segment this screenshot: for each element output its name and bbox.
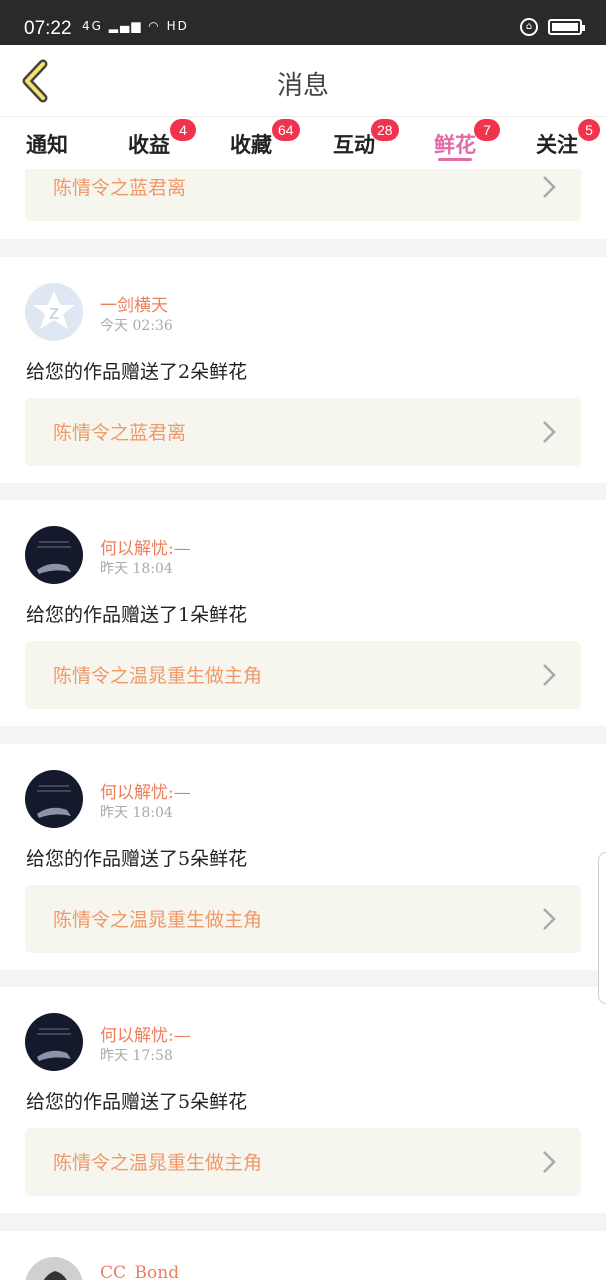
- work-link[interactable]: 陈情令之温晁重生做主角: [25, 1128, 581, 1196]
- username[interactable]: 一剑横天: [100, 291, 168, 316]
- tab-favorites[interactable]: 收藏 64: [230, 119, 300, 159]
- message-text: 给您的作品赠送了1朵鲜花: [26, 604, 248, 626]
- dark-avatar-icon: [37, 1028, 71, 1061]
- work-link[interactable]: 陈情令之蓝君离: [25, 398, 581, 466]
- tab-bar: 通知 收益 4 收藏 64 互动 28 鲜花 7 关注 5: [0, 117, 606, 169]
- work-link[interactable]: 陈情令之温晁重生做主角: [25, 885, 581, 953]
- avatar[interactable]: [25, 1013, 83, 1071]
- timestamp: 今天 02:36: [100, 318, 173, 334]
- tab-flowers[interactable]: 鲜花 7: [434, 119, 500, 159]
- chevron-right-icon: [543, 1151, 556, 1173]
- battery-icon: [548, 19, 585, 35]
- avatar[interactable]: [25, 526, 83, 584]
- list-item[interactable]: 何以解忧:— 昨天 18:04 给您的作品赠送了1朵鲜花 陈情令之温晁重生做主角: [0, 500, 606, 726]
- avatar[interactable]: [25, 770, 83, 828]
- hd-label: HD: [166, 19, 189, 33]
- grey-avatar-icon: [43, 1271, 67, 1280]
- username[interactable]: CC_Bond: [100, 1263, 179, 1280]
- tab-label: 收藏: [230, 132, 272, 157]
- chevron-right-icon: [543, 908, 556, 930]
- badge-count: 5: [578, 119, 600, 141]
- dark-avatar-icon: [37, 785, 71, 818]
- tab-label: 互动: [333, 132, 375, 157]
- tab-earnings[interactable]: 收益 4: [128, 119, 196, 159]
- list-item: 陈情令之蓝君离: [0, 169, 606, 239]
- tab-notifications[interactable]: 通知: [26, 129, 68, 159]
- badge-count: 28: [371, 119, 399, 141]
- tab-label: 鲜花: [434, 132, 476, 157]
- network-label: 4G: [82, 19, 103, 33]
- badge-count: 4: [170, 119, 196, 141]
- message-text: 给您的作品赠送了5朵鲜花: [26, 1091, 248, 1113]
- badge-count: 64: [272, 119, 300, 141]
- tab-interactions[interactable]: 互动 28: [333, 119, 399, 159]
- tab-label: 通知: [26, 132, 68, 157]
- chevron-right-icon: [543, 421, 556, 443]
- message-text: 给您的作品赠送了2朵鲜花: [26, 361, 248, 383]
- timestamp: 昨天 17:58: [100, 1048, 173, 1064]
- message-text: 给您的作品赠送了5朵鲜花: [26, 848, 248, 870]
- timestamp: 昨天 18:04: [100, 805, 173, 821]
- list-item[interactable]: CC_Bond: [0, 1231, 606, 1280]
- work-title: 陈情令之温晁重生做主角: [53, 1152, 263, 1174]
- status-bar: 07:22 4G ▂▄▆ ◠ HD ⌂: [0, 0, 606, 45]
- signal-icon: ▂▄▆: [108, 19, 143, 33]
- list-item[interactable]: 何以解忧:— 昨天 17:58 给您的作品赠送了5朵鲜花 陈情令之温晁重生做主角: [0, 987, 606, 1213]
- username[interactable]: 何以解忧:—: [100, 1021, 191, 1046]
- status-right: ⌂: [520, 18, 585, 36]
- rotation-lock-icon: ⌂: [520, 18, 538, 36]
- signal-wifi-icons: 4G ▂▄▆ ◠ HD: [82, 19, 189, 33]
- timestamp: 昨天 18:04: [100, 561, 173, 577]
- list-item[interactable]: Z 一剑横天 今天 02:36 给您的作品赠送了2朵鲜花 陈情令之蓝君离: [0, 257, 606, 483]
- work-title: 陈情令之温晁重生做主角: [53, 665, 263, 687]
- active-tab-indicator: [438, 158, 472, 161]
- dark-avatar-icon: [37, 541, 71, 574]
- badge-count: 7: [474, 119, 500, 141]
- scroll-handle[interactable]: [598, 852, 606, 1004]
- username[interactable]: 何以解忧:—: [100, 534, 191, 559]
- work-title: 陈情令之蓝君离: [53, 422, 187, 444]
- title-bar: 消息: [0, 45, 606, 117]
- page-title: 消息: [276, 71, 329, 101]
- message-feed[interactable]: 陈情令之蓝君离 Z 一剑横天 今天 02:36 给您的作品赠送了2朵鲜花 陈情令…: [0, 169, 606, 1280]
- tab-follows[interactable]: 关注 5: [536, 119, 600, 159]
- tab-label: 关注: [536, 132, 578, 157]
- default-avatar-icon: Z: [33, 291, 75, 329]
- username[interactable]: 何以解忧:—: [100, 778, 191, 803]
- work-title: 陈情令之蓝君离: [53, 177, 187, 199]
- status-time: 07:22: [24, 18, 72, 39]
- avatar[interactable]: Z: [25, 283, 83, 341]
- work-title: 陈情令之温晁重生做主角: [53, 909, 263, 931]
- work-link[interactable]: 陈情令之温晁重生做主角: [25, 641, 581, 709]
- chevron-right-icon: [543, 664, 556, 686]
- wifi-icon: ◠: [148, 19, 161, 33]
- chevron-right-icon: [543, 176, 556, 198]
- tab-label: 收益: [128, 132, 170, 157]
- work-link[interactable]: 陈情令之蓝君离: [25, 169, 581, 221]
- svg-text:Z: Z: [49, 306, 59, 323]
- list-item[interactable]: 何以解忧:— 昨天 18:04 给您的作品赠送了5朵鲜花 陈情令之温晁重生做主角: [0, 744, 606, 970]
- avatar[interactable]: [25, 1257, 83, 1280]
